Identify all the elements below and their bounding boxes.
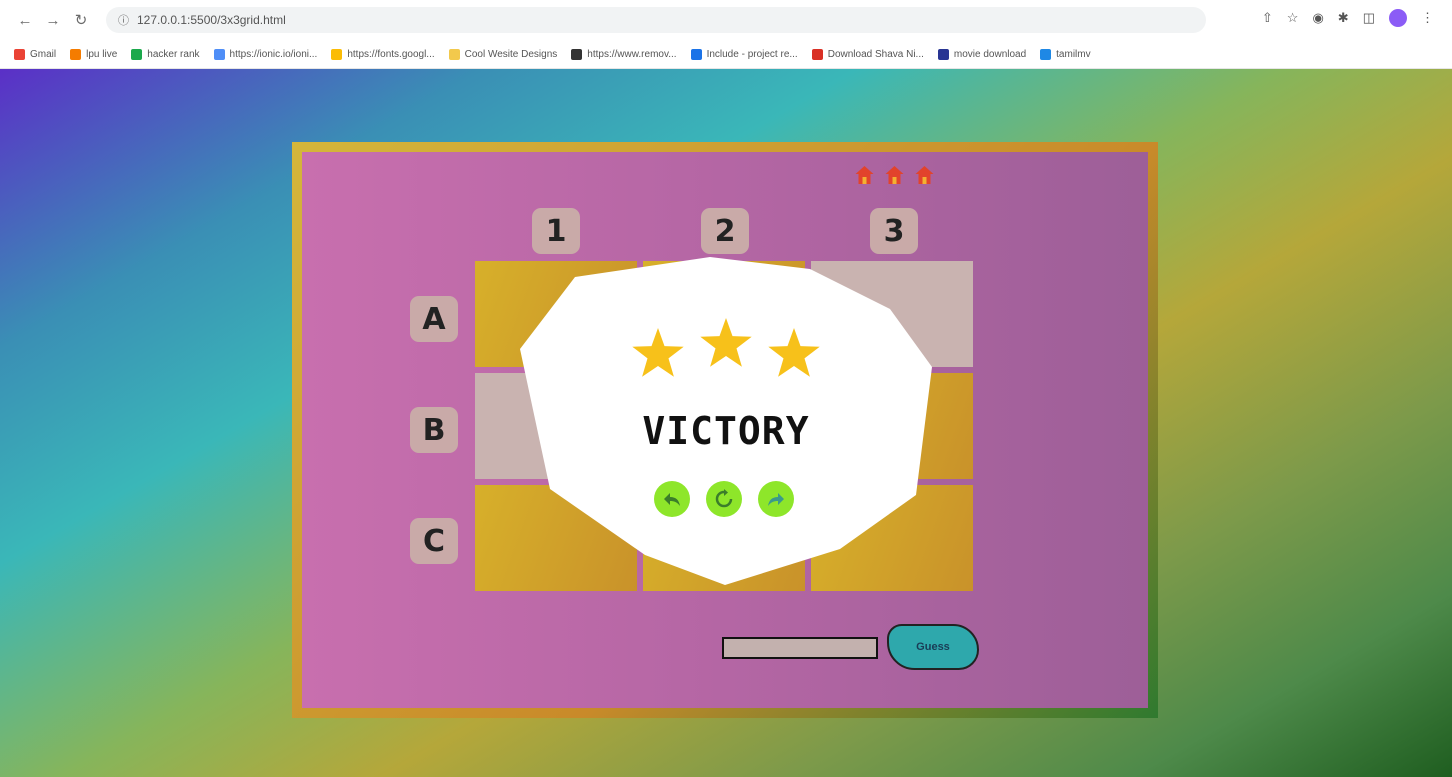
bookmark-favicon-icon bbox=[14, 48, 25, 60]
reload-icon[interactable]: ↻ bbox=[70, 9, 92, 31]
bookmark-item[interactable]: Include - project re... bbox=[690, 48, 798, 60]
next-button[interactable] bbox=[758, 481, 794, 517]
bookmark-item[interactable]: https://ionic.io/ioni... bbox=[213, 48, 318, 60]
menu-icon[interactable]: ⋮ bbox=[1421, 10, 1434, 26]
column-header-2: 2 bbox=[701, 208, 749, 254]
bookmark-item[interactable]: tamilmv bbox=[1040, 48, 1091, 60]
bookmark-item[interactable]: Cool Wesite Designs bbox=[448, 48, 558, 60]
bookmark-label: Include - project re... bbox=[706, 48, 798, 60]
guess-button[interactable]: Guess bbox=[887, 624, 979, 670]
bookmark-star-icon[interactable]: ☆ bbox=[1287, 10, 1299, 26]
bookmark-favicon-icon bbox=[937, 48, 949, 60]
back-arrow-icon[interactable]: ← bbox=[14, 9, 36, 31]
address-bar[interactable]: ⓘ 127.0.0.1:5500/3x3grid.html bbox=[106, 7, 1206, 33]
bookmark-item[interactable]: https://fonts.googl... bbox=[331, 48, 435, 60]
bookmark-favicon-icon bbox=[811, 48, 823, 60]
guess-input[interactable] bbox=[722, 637, 878, 659]
bookmarks-bar: Gmail lpu live hacker rank https://ionic.io… bbox=[0, 40, 1452, 69]
bookmark-favicon-icon bbox=[571, 48, 583, 60]
bookmark-favicon-icon bbox=[690, 48, 702, 60]
bookmark-label: https://ionic.io/ioni... bbox=[229, 48, 318, 60]
back-button[interactable] bbox=[654, 481, 690, 517]
column-header-3: 3 bbox=[870, 208, 918, 254]
replay-button[interactable] bbox=[706, 481, 742, 517]
bookmark-label: lpu live bbox=[86, 48, 118, 60]
lives-indicator bbox=[854, 164, 935, 186]
bookmark-favicon-icon bbox=[331, 48, 343, 60]
bookmark-label: Cool Wesite Designs bbox=[464, 48, 558, 60]
bookmark-favicon-icon bbox=[1040, 48, 1052, 60]
bookmark-label: hacker rank bbox=[147, 48, 200, 60]
bookmark-item[interactable]: hacker rank bbox=[131, 48, 200, 60]
victory-title: VICTORY bbox=[642, 409, 810, 453]
page-background: 1 2 3 A B C Guess VICTORY bbox=[0, 69, 1452, 777]
bookmark-favicon-icon bbox=[448, 48, 460, 60]
bookmark-item[interactable]: lpu live bbox=[70, 48, 118, 60]
bookmark-label: tamilmv bbox=[1056, 48, 1091, 60]
row-header-a: A bbox=[410, 296, 458, 342]
profile-avatar[interactable] bbox=[1389, 9, 1407, 27]
bookmark-label: Download Shava Ni... bbox=[827, 48, 924, 60]
extension-icon[interactable]: ◉ bbox=[1312, 10, 1323, 26]
bookmark-item[interactable]: movie download bbox=[937, 48, 1027, 60]
bookmark-item[interactable]: Gmail bbox=[14, 48, 57, 60]
sidepanel-icon[interactable]: ◫ bbox=[1363, 10, 1375, 26]
row-header-b: B bbox=[410, 407, 458, 453]
back-icon bbox=[664, 493, 680, 506]
row-header-c: C bbox=[410, 518, 458, 564]
popup-controls bbox=[654, 481, 794, 517]
life-icon bbox=[855, 166, 874, 184]
star-icon bbox=[768, 328, 820, 377]
browser-toolbar: ← → ↻ ⓘ 127.0.0.1:5500/3x3grid.html ⇧ ☆ … bbox=[0, 0, 1452, 40]
star-icon bbox=[632, 328, 684, 377]
star-icon bbox=[700, 318, 752, 367]
bookmark-label: movie download bbox=[953, 48, 1027, 60]
bookmark-favicon-icon bbox=[131, 48, 143, 60]
replay-icon bbox=[715, 489, 733, 508]
site-info-icon[interactable]: ⓘ bbox=[118, 12, 129, 28]
toolbar-icons: ⇧ ☆ ◉ ✱ ◫ ⋮ bbox=[1262, 9, 1434, 27]
forward-arrow-icon[interactable]: → bbox=[42, 9, 64, 31]
address-url: 127.0.0.1:5500/3x3grid.html bbox=[137, 13, 286, 27]
victory-popup: VICTORY bbox=[520, 257, 932, 587]
stars-rating bbox=[632, 318, 820, 377]
next-icon bbox=[768, 493, 784, 506]
bookmark-item[interactable]: Download Shava Ni... bbox=[811, 48, 924, 60]
share-icon[interactable]: ⇧ bbox=[1262, 10, 1273, 26]
bookmark-favicon-icon bbox=[70, 48, 82, 60]
life-icon bbox=[915, 166, 934, 184]
bookmark-favicon-icon bbox=[213, 48, 225, 60]
life-icon bbox=[885, 166, 904, 184]
column-header-1: 1 bbox=[532, 208, 580, 254]
bookmark-label: https://fonts.googl... bbox=[347, 48, 435, 60]
puzzle-icon[interactable]: ✱ bbox=[1338, 10, 1349, 26]
bookmark-label: https://www.remov... bbox=[587, 48, 677, 60]
bookmark-item[interactable]: https://www.remov... bbox=[571, 48, 677, 60]
bookmark-label: Gmail bbox=[30, 48, 57, 60]
